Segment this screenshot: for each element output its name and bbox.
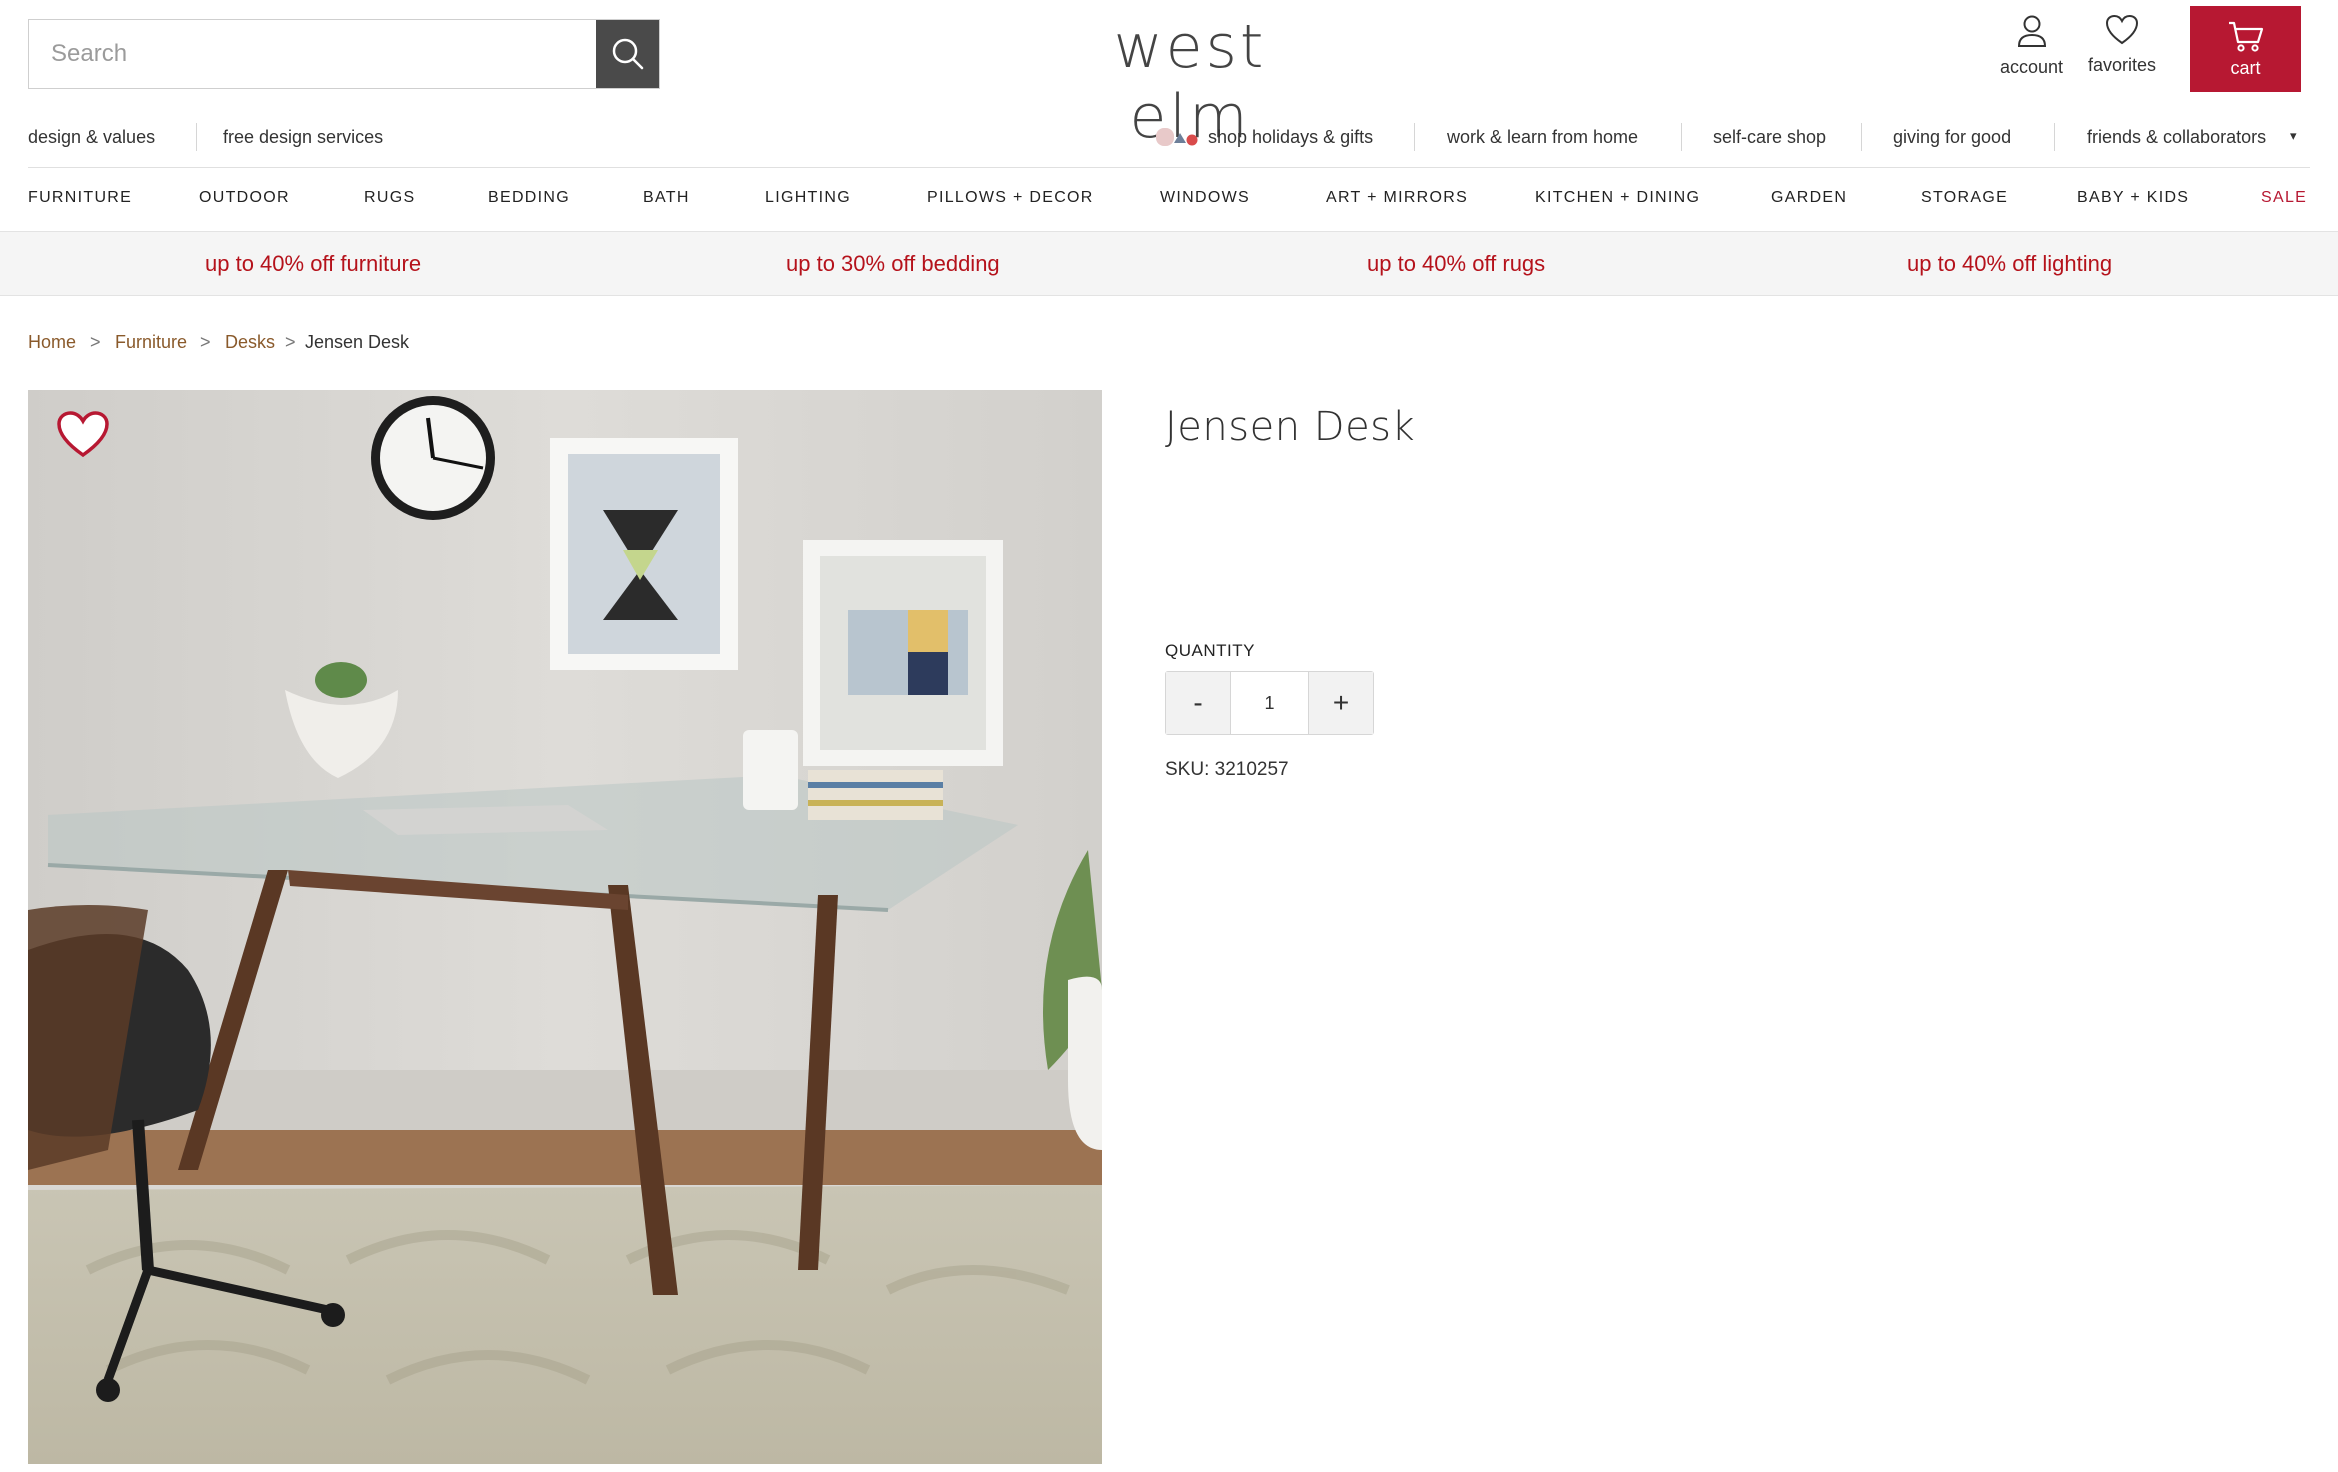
- nav-bath[interactable]: BATH: [643, 189, 690, 207]
- nav-art-mirrors[interactable]: ART + MIRRORS: [1326, 189, 1468, 207]
- holiday-gifts-icon: [1156, 128, 1198, 146]
- product-title: Jensen Desk: [1165, 404, 1416, 450]
- nav-divider: [1414, 123, 1415, 151]
- nav-baby-kids[interactable]: BABY + KIDS: [2077, 189, 2189, 207]
- nav-divider: [1681, 123, 1682, 151]
- promo-lighting[interactable]: up to 40% off lighting: [1907, 251, 2112, 277]
- product-photo-desk: [28, 390, 1102, 1464]
- sec-nav-giving-for-good[interactable]: giving for good: [1893, 127, 2011, 148]
- breadcrumb-desks[interactable]: Desks: [225, 332, 275, 353]
- favorite-button[interactable]: [56, 410, 110, 465]
- account-icon: [2017, 15, 2046, 47]
- favorites-button[interactable]: favorites: [2088, 14, 2156, 76]
- quantity-stepper: - 1 +: [1165, 671, 1374, 735]
- secondary-nav: design & values free design services sho…: [0, 123, 2338, 153]
- cart-label: cart: [2230, 57, 2261, 78]
- nav-windows[interactable]: WINDOWS: [1160, 189, 1250, 207]
- nav-furniture[interactable]: FURNITURE: [28, 189, 132, 207]
- sec-nav-shop-holidays-gifts[interactable]: shop holidays & gifts: [1208, 127, 1373, 148]
- quantity-increase-button[interactable]: +: [1309, 672, 1373, 734]
- heart-icon: [57, 411, 109, 458]
- promo-furniture[interactable]: up to 40% off furniture: [205, 251, 421, 277]
- nav-divider: [1861, 123, 1862, 151]
- nav-rugs[interactable]: RUGS: [364, 189, 415, 207]
- cart-button[interactable]: cart: [2190, 6, 2301, 92]
- promo-bar: up to 40% off furniture up to 30% off be…: [0, 231, 2338, 296]
- search-input[interactable]: [29, 20, 596, 88]
- search-bar: [28, 19, 660, 89]
- sec-nav-friends-collaborators[interactable]: friends & collaborators: [2087, 127, 2266, 148]
- breadcrumb-home[interactable]: Home: [28, 332, 76, 353]
- breadcrumb-current: Jensen Desk: [305, 332, 410, 352]
- nav-divider: [196, 123, 197, 151]
- chevron-down-icon[interactable]: ▾: [2290, 128, 2297, 144]
- quantity-decrease-button[interactable]: -: [1166, 672, 1230, 734]
- sec-nav-work-learn-from-home[interactable]: work & learn from home: [1447, 127, 1638, 148]
- promo-bedding[interactable]: up to 30% off bedding: [786, 251, 1000, 277]
- quantity-label: QUANTITY: [1165, 641, 1255, 660]
- sec-nav-self-care-shop[interactable]: self-care shop: [1713, 127, 1826, 148]
- breadcrumb-separator: >: [285, 332, 296, 352]
- nav-sale[interactable]: SALE: [2261, 189, 2307, 207]
- breadcrumb-separator: >: [200, 332, 211, 352]
- cart-icon: [2228, 21, 2263, 52]
- account-label: account: [2000, 57, 2064, 77]
- search-button[interactable]: [596, 20, 659, 88]
- nav-storage[interactable]: STORAGE: [1921, 189, 2008, 207]
- nav-kitchen-dining[interactable]: KITCHEN + DINING: [1535, 189, 1700, 207]
- nav-garden[interactable]: GARDEN: [1771, 189, 1847, 207]
- search-icon: [612, 38, 643, 70]
- product-sku: SKU: 3210257: [1165, 759, 1289, 780]
- quantity-input[interactable]: 1: [1230, 672, 1309, 734]
- account-button[interactable]: account: [2000, 14, 2063, 78]
- nav-pillows-decor[interactable]: PILLOWS + DECOR: [927, 189, 1094, 207]
- breadcrumb-furniture[interactable]: Furniture: [115, 332, 187, 353]
- nav-bedding[interactable]: BEDDING: [488, 189, 570, 207]
- nav-divider: [2054, 123, 2055, 151]
- heart-outline-icon: [2106, 14, 2139, 45]
- nav-lighting[interactable]: LIGHTING: [765, 189, 851, 207]
- product-image[interactable]: [28, 390, 1102, 1464]
- header-divider: [28, 167, 2310, 168]
- favorites-label: favorites: [2088, 55, 2157, 75]
- breadcrumb-separator: >: [90, 332, 101, 352]
- sec-nav-design-values[interactable]: design & values: [28, 127, 155, 148]
- nav-outdoor[interactable]: OUTDOOR: [199, 189, 290, 207]
- promo-rugs[interactable]: up to 40% off rugs: [1367, 251, 1545, 277]
- sec-nav-free-design-services[interactable]: free design services: [223, 127, 383, 148]
